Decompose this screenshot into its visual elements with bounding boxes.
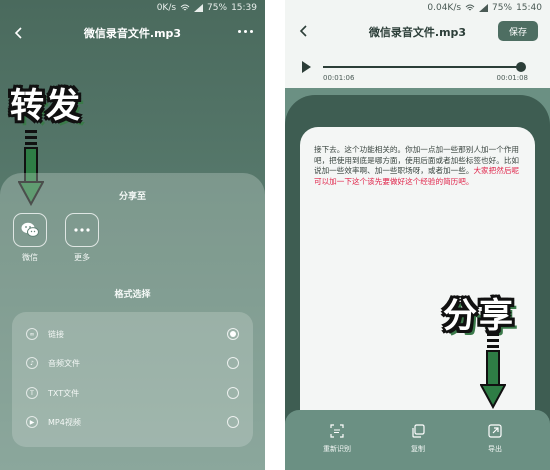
wechat-icon (21, 222, 39, 237)
share-annotation: 分享 (443, 296, 515, 336)
share-screen: 0K/s 75% 15:39 微信录音文件.mp3 转发 分享至 微信 更多 格… (0, 0, 265, 470)
battery-level: 75% (492, 3, 513, 13)
share-wechat-button[interactable] (13, 213, 47, 247)
copy-label: 复制 (411, 445, 425, 453)
forward-annotation: 转发 (10, 86, 82, 126)
action-bar: 重新识别 复制 导出 (285, 410, 550, 470)
progress-track[interactable] (323, 66, 522, 68)
clock: 15:40 (516, 3, 542, 13)
format-option-video[interactable]: ▶ MP4视频 (26, 412, 239, 432)
audio-icon: ♪ (26, 357, 38, 369)
network-speed: 0.04K/s (427, 3, 462, 13)
format-title: 格式选择 (114, 290, 151, 300)
transcript-text[interactable]: 接下去。这个功能相关的。你加一点加一些那别人加一个作用吧，把使用到底是哪方面，使… (314, 145, 521, 187)
audio-player: 00:01:06 00:01:08 (285, 48, 550, 88)
title-bar: 微信录音文件.mp3 保存 (285, 16, 550, 48)
export-button[interactable]: 导出 (465, 424, 525, 454)
total-time: 00:01:08 (496, 74, 528, 82)
clock: 15:39 (231, 3, 257, 13)
rescan-icon (330, 424, 344, 438)
signal-icon (194, 4, 204, 12)
network-speed: 0K/s (156, 3, 177, 13)
battery-level: 75% (207, 3, 228, 13)
progress-knob[interactable] (516, 62, 526, 72)
more-icon (74, 228, 90, 232)
radio-unselected[interactable] (227, 357, 239, 369)
signal-icon (479, 4, 489, 12)
rescan-label: 重新识别 (323, 445, 351, 453)
format-option-link[interactable]: ∞ 链接 (26, 324, 239, 344)
save-button[interactable]: 保存 (498, 21, 538, 41)
current-time: 00:01:06 (323, 74, 355, 82)
play-icon[interactable] (302, 61, 311, 73)
wifi-icon (465, 4, 475, 11)
transcript-screen: 0.04K/s 75% 15:40 微信录音文件.mp3 保存 00:01:06… (285, 0, 550, 470)
export-icon (488, 424, 502, 438)
format-label: 音频文件 (48, 358, 80, 368)
format-list: ∞ 链接 ♪ 音频文件 T TXT文件 ▶ MP4视频 (12, 312, 253, 447)
radio-unselected[interactable] (227, 387, 239, 399)
down-arrow-annotation (480, 333, 506, 409)
export-label: 导出 (488, 445, 502, 453)
back-icon[interactable] (297, 24, 311, 38)
radio-selected[interactable] (227, 328, 239, 340)
radio-unselected[interactable] (227, 416, 239, 428)
share-title: 分享至 (118, 192, 146, 202)
link-icon: ∞ (26, 328, 38, 340)
format-label: TXT文件 (48, 388, 80, 398)
share-more-label: 更多 (74, 253, 90, 262)
status-bar: 0K/s 75% 15:39 (0, 0, 265, 16)
title-bar: 微信录音文件.mp3 (0, 18, 265, 48)
format-label: 链接 (48, 329, 64, 339)
rescan-button[interactable]: 重新识别 (307, 424, 367, 454)
page-title: 微信录音文件.mp3 (83, 27, 182, 40)
txt-icon: T (26, 387, 38, 399)
share-wechat-label: 微信 (22, 253, 38, 262)
format-option-audio[interactable]: ♪ 音频文件 (26, 353, 239, 373)
format-label: MP4视频 (48, 417, 81, 427)
status-bar: 0.04K/s 75% 15:40 (285, 0, 550, 16)
share-more-button[interactable] (65, 213, 99, 247)
wifi-icon (180, 4, 190, 11)
copy-button[interactable]: 复制 (388, 424, 448, 454)
video-icon: ▶ (26, 416, 38, 428)
more-menu-icon[interactable] (238, 30, 253, 33)
back-icon[interactable] (12, 26, 26, 40)
page-title: 微信录音文件.mp3 (368, 26, 467, 39)
copy-icon (412, 424, 425, 438)
format-option-txt[interactable]: T TXT文件 (26, 383, 239, 403)
